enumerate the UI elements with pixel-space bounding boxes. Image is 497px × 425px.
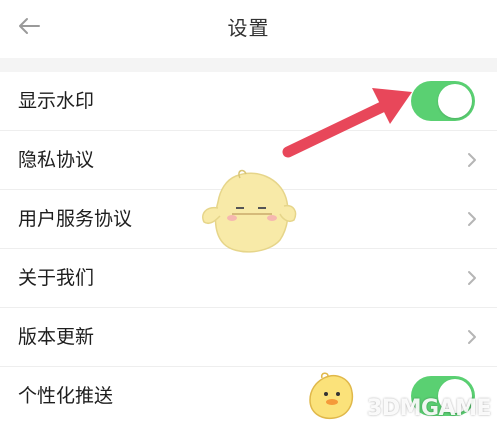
setting-label: 关于我们 [18, 267, 95, 289]
setting-label: 个性化推送 [18, 385, 114, 407]
chevron-right-icon [468, 153, 476, 167]
setting-row-about[interactable]: 关于我们 [0, 249, 497, 308]
toggle-knob [438, 84, 472, 118]
setting-label: 用户服务协议 [18, 208, 133, 230]
settings-screen: 设置 显示水印 隐私协议 用户服务协议 关于我们 版本更新 个性化推送 3DMG… [0, 0, 497, 425]
setting-label: 版本更新 [18, 326, 95, 348]
watermark-text: 3DMGAME [367, 396, 491, 421]
setting-row-watermark[interactable]: 显示水印 [0, 72, 497, 131]
top-bar: 设置 [0, 0, 497, 58]
watermark-toggle[interactable] [411, 81, 475, 121]
mascot-sticker-icon [202, 169, 297, 253]
section-divider [0, 58, 497, 72]
chevron-right-icon [468, 271, 476, 285]
setting-label: 隐私协议 [18, 149, 95, 171]
page-title: 设置 [227, 16, 270, 40]
chevron-right-icon [468, 212, 476, 226]
chevron-right-icon [468, 330, 476, 344]
setting-label: 显示水印 [18, 90, 95, 112]
watermark-mascot-icon [309, 372, 354, 420]
setting-row-version-update[interactable]: 版本更新 [0, 308, 497, 367]
